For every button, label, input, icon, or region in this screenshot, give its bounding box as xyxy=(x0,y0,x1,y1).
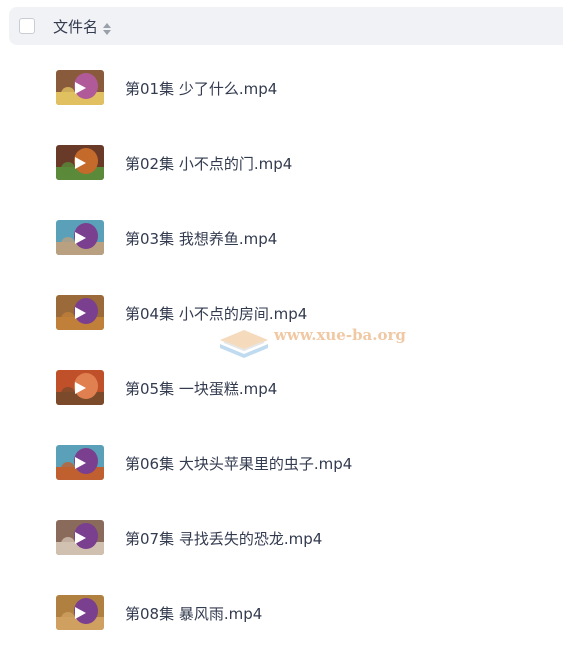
play-icon xyxy=(73,156,87,170)
play-icon xyxy=(73,456,87,470)
file-row[interactable]: 第01集 少了什么.mp4 xyxy=(0,70,563,145)
file-name[interactable]: 第04集 小不点的房间.mp4 xyxy=(125,303,307,324)
file-row[interactable]: 第02集 小不点的门.mp4 xyxy=(0,145,563,220)
play-icon xyxy=(73,606,87,620)
file-name[interactable]: 第05集 一块蛋糕.mp4 xyxy=(125,378,277,399)
play-icon xyxy=(73,381,87,395)
video-thumbnail[interactable] xyxy=(56,145,104,180)
file-list-header: 文件名 xyxy=(9,7,563,45)
play-icon xyxy=(73,306,87,320)
file-row[interactable]: 第06集 大块头苹果里的虫子.mp4 xyxy=(0,445,563,520)
column-header-label: 文件名 xyxy=(53,18,99,36)
video-thumbnail[interactable] xyxy=(56,70,104,105)
file-name[interactable]: 第02集 小不点的门.mp4 xyxy=(125,153,292,174)
video-thumbnail[interactable] xyxy=(56,445,104,480)
file-name[interactable]: 第08集 暴风雨.mp4 xyxy=(125,603,262,624)
file-name[interactable]: 第01集 少了什么.mp4 xyxy=(125,78,277,99)
video-thumbnail[interactable] xyxy=(56,295,104,330)
play-icon xyxy=(73,531,87,545)
video-thumbnail[interactable] xyxy=(56,520,104,555)
video-thumbnail[interactable] xyxy=(56,370,104,405)
play-icon xyxy=(73,81,87,95)
video-thumbnail[interactable] xyxy=(56,220,104,255)
file-name[interactable]: 第03集 我想养鱼.mp4 xyxy=(125,228,277,249)
column-header-filename[interactable]: 文件名 xyxy=(53,16,112,37)
play-icon xyxy=(73,231,87,245)
video-thumbnail[interactable] xyxy=(56,595,104,630)
watermark: www.xue-ba.org xyxy=(218,322,408,360)
watermark-text: www.xue-ba.org xyxy=(274,326,406,344)
file-row[interactable]: 第03集 我想养鱼.mp4 xyxy=(0,220,563,295)
file-name[interactable]: 第07集 寻找丢失的恐龙.mp4 xyxy=(125,528,322,549)
file-row[interactable]: 第07集 寻找丢失的恐龙.mp4 xyxy=(0,520,563,595)
select-all-checkbox[interactable] xyxy=(19,18,35,34)
watermark-book-icon xyxy=(220,330,268,358)
sort-icon[interactable] xyxy=(103,21,112,35)
file-name[interactable]: 第06集 大块头苹果里的虫子.mp4 xyxy=(125,453,352,474)
file-row[interactable]: 第05集 一块蛋糕.mp4 xyxy=(0,370,563,445)
